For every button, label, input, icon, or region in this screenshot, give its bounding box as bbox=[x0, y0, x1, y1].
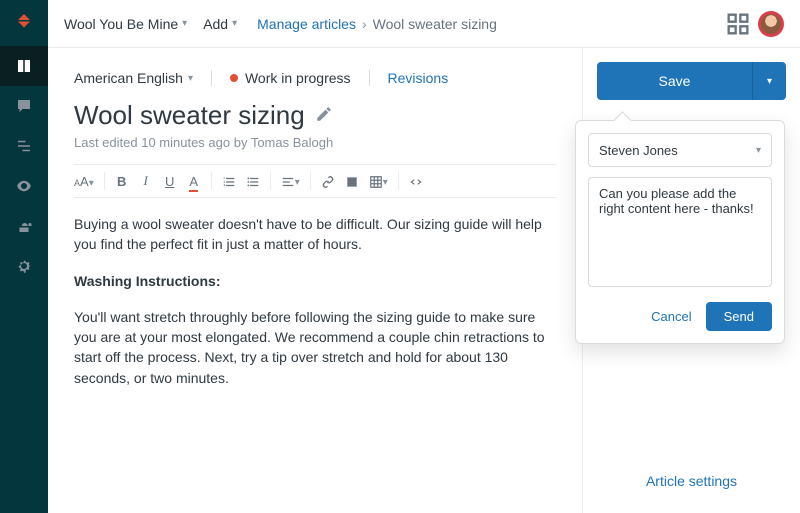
ordered-list-button[interactable] bbox=[222, 173, 236, 189]
manage-articles-link[interactable]: Manage articles bbox=[257, 16, 356, 32]
article-settings-link[interactable]: Article settings bbox=[583, 473, 800, 489]
revisions-link[interactable]: Revisions bbox=[388, 70, 449, 86]
breadcrumb-current: Wool sweater sizing bbox=[373, 16, 497, 32]
top-bar: Wool You Be Mine ▾ Add ▾ Manage articles… bbox=[48, 0, 800, 48]
code-view-button[interactable] bbox=[409, 173, 423, 189]
save-dropdown-button[interactable]: ▾ bbox=[752, 62, 786, 100]
editor-toolbar: AA▾ B I U A ▾ bbox=[74, 164, 556, 198]
send-button[interactable]: Send bbox=[706, 302, 772, 331]
nav-arrange[interactable] bbox=[0, 126, 48, 166]
right-panel: Save ▾ Assign article Steven Jones ▾ Can… bbox=[582, 48, 800, 513]
workspace-name: Wool You Be Mine bbox=[64, 16, 178, 32]
editor-column: American English ▾ Work in progress Revi… bbox=[48, 48, 582, 513]
bold-button[interactable]: B bbox=[115, 174, 129, 189]
assign-message-input[interactable] bbox=[588, 177, 772, 287]
article-body[interactable]: Buying a wool sweater doesn't have to be… bbox=[74, 214, 556, 388]
apps-grid-icon[interactable] bbox=[724, 10, 752, 38]
font-size-button[interactable]: AA▾ bbox=[74, 174, 94, 189]
chevron-down-icon: ▾ bbox=[767, 76, 772, 87]
bullet-list-button[interactable] bbox=[246, 173, 260, 189]
divider bbox=[211, 70, 212, 86]
chevron-down-icon: ▾ bbox=[232, 18, 237, 29]
left-nav bbox=[0, 0, 48, 513]
align-button[interactable]: ▾ bbox=[281, 173, 300, 189]
body-paragraph: You'll want stretch throughly before fol… bbox=[74, 307, 556, 388]
link-button[interactable] bbox=[321, 173, 335, 189]
nav-comments[interactable] bbox=[0, 86, 48, 126]
save-button[interactable]: Save bbox=[597, 62, 752, 100]
chevron-down-icon: ▾ bbox=[182, 18, 187, 29]
assign-popover: Steven Jones ▾ Cancel Send bbox=[575, 120, 785, 344]
cancel-button[interactable]: Cancel bbox=[651, 309, 691, 324]
chevron-down-icon: ▾ bbox=[188, 73, 193, 84]
article-title[interactable]: Wool sweater sizing bbox=[74, 100, 305, 131]
add-dropdown[interactable]: Add ▾ bbox=[203, 16, 237, 32]
underline-button[interactable]: U bbox=[163, 174, 177, 189]
assignee-select[interactable]: Steven Jones ▾ bbox=[588, 133, 772, 167]
nav-settings[interactable] bbox=[0, 246, 48, 286]
divider bbox=[369, 70, 370, 86]
nav-permissions[interactable] bbox=[0, 206, 48, 246]
chevron-down-icon: ▾ bbox=[756, 145, 761, 156]
edit-title-icon[interactable] bbox=[315, 105, 333, 126]
body-heading: Washing Instructions: bbox=[74, 273, 220, 289]
user-avatar[interactable] bbox=[758, 11, 784, 37]
image-button[interactable] bbox=[345, 173, 359, 189]
italic-button[interactable]: I bbox=[139, 173, 153, 189]
breadcrumb-separator: › bbox=[362, 16, 367, 32]
last-edited-label: Last edited 10 minutes ago by Tomas Balo… bbox=[74, 135, 556, 150]
language-dropdown[interactable]: American English ▾ bbox=[74, 70, 193, 86]
language-label: American English bbox=[74, 70, 183, 86]
text-color-button[interactable]: A bbox=[187, 174, 201, 189]
status-dot-icon bbox=[230, 74, 238, 82]
nav-preview[interactable] bbox=[0, 166, 48, 206]
add-label: Add bbox=[203, 16, 228, 32]
table-button[interactable]: ▾ bbox=[369, 173, 388, 189]
status-label: Work in progress bbox=[245, 70, 351, 86]
assignee-value: Steven Jones bbox=[599, 143, 678, 158]
status-indicator: Work in progress bbox=[230, 70, 351, 86]
workspace-dropdown[interactable]: Wool You Be Mine ▾ bbox=[64, 16, 187, 32]
brand-logo-icon bbox=[14, 10, 34, 30]
body-paragraph: Buying a wool sweater doesn't have to be… bbox=[74, 214, 556, 255]
nav-articles[interactable] bbox=[0, 46, 48, 86]
